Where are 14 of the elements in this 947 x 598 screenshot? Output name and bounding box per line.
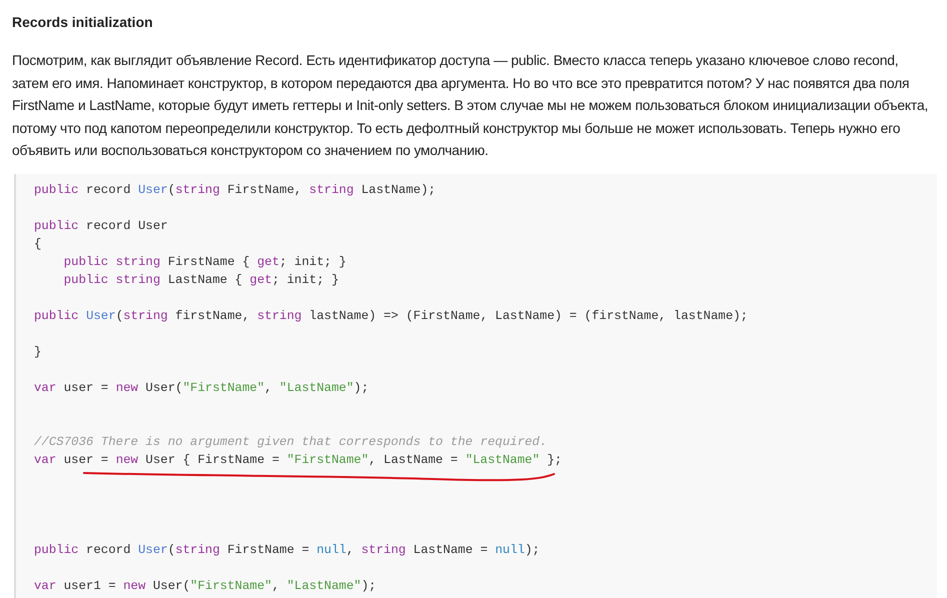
code-line: }: [34, 344, 42, 360]
code-comment: //CS7036 There is no argument given that corresponds to the required.: [34, 434, 548, 450]
code-line: var user1 = new User("FirstName", "LastName");: [34, 578, 376, 594]
code-line: {: [34, 236, 42, 252]
code-line: public record User(string FirstName, string LastName);: [34, 182, 436, 198]
code-line: public string LastName { get; init; }: [64, 272, 339, 288]
code-line: public record User(string FirstName = null, string LastName = null);: [34, 542, 540, 558]
section-heading: Records initialization: [12, 13, 154, 32]
code-line: public User(string firstName, string lastName) => (FirstName, LastName) = (firstName, lastName);: [34, 308, 748, 324]
code-line: var user = new User { FirstName = "FirstName", LastName = "LastName" };: [34, 452, 562, 468]
code-line: public record User: [34, 218, 168, 234]
code-line: var user = new User("FirstName", "LastName");: [34, 380, 369, 396]
body-paragraph: Посмотрим, как выглядит объявление Record. Есть идентификатор доступа — public. Вместо класса теперь указано ключевое слово recond, затем его имя. Напоминает конструктор, в котором передаются два аргумента. Но во что все это превратится потом? У нас появятся два поля FirstName и LastName, которые будут иметь геттеры и Init-only setters. В этом случае мы не можем пользоваться блоком инициализации объекта, потому что под капотом переопределили конструктор. То есть дефолтный конструктор мы больше не может использовать. Теперь нужно его объявить или воспользоваться конструктором со значением по умолчанию.: [12, 51, 929, 160]
code-line: public string FirstName { get; init; }: [64, 254, 346, 270]
